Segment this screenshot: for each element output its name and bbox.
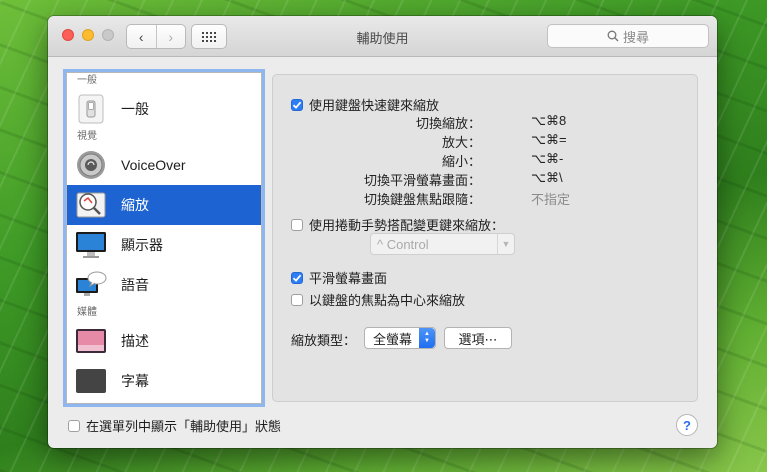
zoom-style-value: 全螢幕 — [373, 331, 413, 347]
sidebar-item-label: 語音 — [121, 277, 149, 293]
sidebar-item-speech[interactable]: 語音 — [67, 265, 261, 305]
follow-focus-checkbox[interactable]: 以鍵盤的焦點為中心來縮放 — [291, 290, 465, 309]
zoom-style-label: 縮放類型： — [291, 330, 356, 349]
descriptions-icon — [75, 325, 107, 357]
follow-focus-label: 以鍵盤的焦點為中心來縮放 — [309, 293, 466, 308]
sidebar-item-label: 一般 — [121, 101, 149, 117]
section-header-general: 一般 — [77, 75, 97, 86]
zoom-settings-panel: 使用鍵盤快速鍵來縮放 切換縮放： ⌥⌘8 放大： ⌥⌘= 縮小： ⌥⌘- 切換平… — [272, 74, 698, 402]
sidebar-item-label: 顯示器 — [121, 237, 163, 253]
checkbox-unchecked — [68, 419, 80, 432]
smooth-images-checkbox[interactable]: 平滑螢幕畫面 — [291, 268, 387, 287]
display-icon — [75, 229, 107, 261]
shortcut-key: ⌥⌘- — [531, 151, 564, 166]
sidebar-item-label: VoiceOver — [121, 157, 186, 173]
search-placeholder: 搜尋 — [622, 29, 649, 45]
smooth-images-label: 平滑螢幕畫面 — [309, 271, 388, 286]
scroll-gesture-label: 使用捲動手勢搭配變更鍵來縮放： — [309, 218, 505, 233]
search-field[interactable]: 搜尋 — [547, 24, 709, 48]
sidebar-item-zoom[interactable]: 縮放 — [67, 185, 261, 225]
show-in-menu-bar-label: 在選單列中顯示「輔助使用」狀態 — [86, 419, 282, 434]
zoom-style-text: 縮放類型： — [291, 333, 357, 348]
shortcut-key: ⌥⌘\ — [531, 170, 563, 185]
section-header-vision: 視覺 — [77, 131, 97, 142]
sidebar-item-general[interactable]: 一般 — [67, 89, 261, 129]
shortcut-key: ⌥⌘8 — [531, 113, 567, 128]
voiceover-icon — [75, 149, 107, 181]
shortcut-name: 切換平滑螢幕畫面： — [363, 173, 481, 188]
checkmark-icon — [292, 274, 302, 282]
preferences-window: ‹ › 輔助使用 搜尋 一般 一般 視覺 VoiceOver 縮放 顯示器 語音… — [48, 16, 717, 448]
updown-arrows-icon: ▲ ▼ — [419, 328, 435, 348]
checkbox-unchecked — [291, 293, 303, 306]
shortcut-key: ⌥⌘= — [531, 132, 567, 147]
checkbox-unchecked — [291, 218, 303, 231]
shortcut-name: 切換鍵盤焦點跟隨： — [363, 192, 481, 207]
zoom-icon — [75, 189, 107, 221]
captions-icon — [75, 365, 107, 397]
keyboard-shortcuts-label: 使用鍵盤快速鍵來縮放 — [309, 98, 440, 113]
checkmark-icon — [292, 101, 302, 109]
sidebar-item-voiceover[interactable]: VoiceOver — [67, 145, 261, 185]
shortcut-name: 放大： — [441, 135, 481, 150]
category-sidebar[interactable]: 一般 一般 視覺 VoiceOver 縮放 顯示器 語音 媒體 描述 字幕 — [66, 72, 262, 404]
shortcut-name: 縮小： — [441, 154, 481, 169]
keyboard-shortcuts-checkbox[interactable]: 使用鍵盤快速鍵來縮放 — [291, 95, 439, 114]
sidebar-item-captions[interactable]: 字幕 — [67, 361, 261, 401]
show-in-menu-bar-checkbox[interactable]: 在選單列中顯示「輔助使用」狀態 — [68, 416, 281, 435]
checkbox-checked — [291, 98, 303, 111]
modifier-key-value: ^ Control — [377, 236, 429, 252]
zoom-style-popup[interactable]: 全螢幕 ▲ ▼ — [364, 327, 436, 349]
scroll-gesture-checkbox[interactable]: 使用捲動手勢搭配變更鍵來縮放： — [291, 215, 504, 234]
shortcut-name: 切換縮放： — [415, 116, 481, 131]
speech-icon — [75, 269, 107, 301]
shortcut-key: 不指定 — [531, 192, 571, 207]
checkbox-checked — [291, 271, 303, 284]
sidebar-item-descriptions[interactable]: 描述 — [67, 321, 261, 361]
sidebar-item-label: 縮放 — [121, 197, 149, 213]
chevron-down-icon: ▼ — [497, 234, 514, 254]
search-icon — [607, 30, 619, 42]
sidebar-item-display[interactable]: 顯示器 — [67, 225, 261, 265]
modifier-key-select[interactable]: ^ Control ▼ — [370, 233, 515, 255]
switch-icon — [75, 93, 107, 125]
sidebar-item-label: 字幕 — [121, 373, 149, 389]
sidebar-item-label: 描述 — [121, 333, 149, 349]
options-button[interactable]: 選項⋯ — [444, 327, 512, 349]
title-bar: ‹ › 輔助使用 搜尋 — [48, 16, 717, 57]
section-header-media: 媒體 — [77, 307, 97, 318]
help-button[interactable]: ? — [676, 414, 698, 436]
